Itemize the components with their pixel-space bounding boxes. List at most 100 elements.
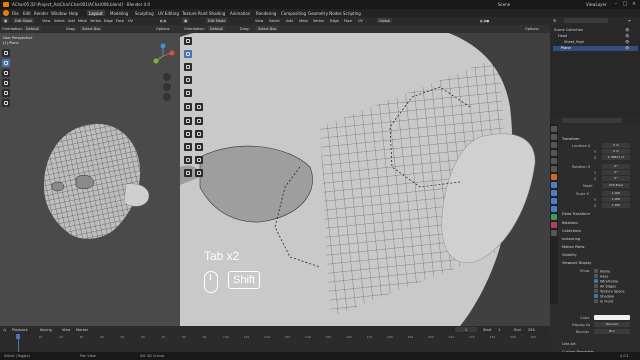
outliner-item-sheet-high[interactable]: Sheet_High	[564, 40, 584, 44]
menu-view[interactable]: View	[255, 19, 263, 23]
scene-name[interactable]: Scene	[498, 2, 510, 7]
particles-tab-icon[interactable]	[551, 190, 557, 196]
line-art-panel[interactable]: Line Art	[562, 342, 576, 346]
show-texture-space-checkbox[interactable]: Texture Space	[594, 289, 625, 294]
show-name-checkbox[interactable]: Name	[594, 269, 610, 274]
outliner-search-input[interactable]	[564, 18, 608, 23]
rotation-y-field[interactable]: 0°	[602, 170, 630, 175]
object-tab-icon[interactable]	[551, 174, 557, 180]
scale-x-field[interactable]: 1.000	[602, 191, 630, 196]
viewport-right[interactable]: ▣ Edit Mode View Select Add Mesh Vertex …	[180, 17, 550, 326]
scale-z-field[interactable]: 1.000	[602, 203, 630, 208]
orientation-dropdown[interactable]: Default	[208, 26, 225, 31]
rotation-x-field[interactable]: 0°	[602, 164, 630, 169]
select-box-tool-icon[interactable]	[184, 50, 192, 58]
visibility-eye-icon[interactable]: 👁	[625, 34, 629, 38]
menu-view[interactable]: View	[62, 328, 70, 332]
output-tab-icon[interactable]	[551, 142, 557, 148]
menu-mesh[interactable]: Mesh	[78, 19, 87, 23]
shear-tool-icon[interactable]	[195, 156, 203, 164]
bounds-dropdown[interactable]: Box	[594, 329, 630, 334]
timeline-track[interactable]: 0 10 20 30 40 50 60 70 80 90 100 110 120 130 140 150 160…	[0, 334, 550, 352]
filter-icon[interactable]: ⏷	[628, 19, 631, 23]
menu-vertex[interactable]: Vertex	[90, 19, 101, 23]
rotate-tool-icon[interactable]	[2, 89, 10, 97]
tab-rendering[interactable]: Rendering	[254, 10, 278, 16]
annotate-tool-icon[interactable]	[184, 103, 192, 111]
tab-modeling[interactable]: Modeling	[108, 10, 130, 16]
options-button[interactable]: Options	[156, 27, 170, 31]
view-layer-name[interactable]: ViewLayer	[586, 2, 607, 7]
scene-tab-icon[interactable]	[551, 158, 557, 164]
view-layer-tab-icon[interactable]	[551, 150, 557, 156]
scale-y-field[interactable]: 1.000	[602, 197, 630, 202]
knife-tool-icon[interactable]	[184, 169, 192, 177]
maximize-icon[interactable]: □	[621, 1, 629, 7]
show-all-edges-checkbox[interactable]: All Edges	[594, 284, 616, 289]
viewport-left[interactable]: ▣ Edit Mode View Select Add Mesh Vertex …	[0, 17, 180, 326]
global-dropdown[interactable]: Global	[377, 18, 393, 23]
tab-layout[interactable]: Layout	[87, 10, 105, 16]
relations-panel[interactable]: Relations	[562, 221, 578, 225]
material-tab-icon[interactable]	[551, 222, 557, 228]
minimize-icon[interactable]: –	[612, 1, 620, 7]
menu-add[interactable]: Add	[286, 19, 293, 23]
move-tool-icon[interactable]	[184, 63, 192, 71]
tab-animation[interactable]: Animation	[228, 10, 252, 16]
timeline-editor-icon[interactable]: ◷	[3, 328, 6, 332]
orientation-dropdown[interactable]: Default	[24, 26, 41, 31]
menu-file[interactable]: File	[12, 11, 19, 16]
navigation-gizmo[interactable]	[150, 43, 176, 69]
scale-tool-icon[interactable]	[2, 99, 10, 107]
menu-add[interactable]: Add	[68, 19, 75, 23]
menu-playback[interactable]: Playback	[12, 328, 28, 332]
move-tool-icon[interactable]	[2, 79, 10, 87]
delta-transform-panel[interactable]: Delta Transform	[562, 212, 590, 216]
collections-panel[interactable]: Collections	[562, 229, 581, 233]
tab-geometry-nodes[interactable]: Geometry Nodes	[306, 10, 344, 16]
menu-edge[interactable]: Edge	[330, 19, 339, 23]
menu-marker[interactable]: Marker	[76, 328, 88, 332]
end-frame-field[interactable]: 250	[528, 328, 535, 332]
poly-build-tool-icon[interactable]	[195, 117, 203, 125]
texture-tab-icon[interactable]	[551, 230, 557, 236]
world-tab-icon[interactable]	[551, 166, 557, 172]
camera-view-icon[interactable]	[163, 93, 171, 101]
show-in-front-checkbox[interactable]: In Front	[594, 299, 613, 304]
location-y-field[interactable]: 0 m	[602, 149, 630, 154]
rotation-z-field[interactable]: 0°	[602, 176, 630, 181]
outliner-editor-icon[interactable]: ☰	[553, 19, 556, 23]
rip-tool-icon[interactable]	[195, 169, 203, 177]
motion-paths-panel[interactable]: Motion Paths	[562, 245, 585, 249]
outliner-item-head[interactable]: Head	[558, 34, 567, 38]
location-z-field[interactable]: 1.36811 m	[602, 155, 630, 160]
extrude-tool-icon[interactable]	[184, 117, 192, 125]
close-icon[interactable]: ×	[630, 1, 638, 7]
editor-type-icon[interactable]: ▣	[2, 18, 10, 23]
start-frame-field[interactable]: 1	[498, 328, 500, 332]
transform-panel-header[interactable]: Transform	[562, 137, 579, 141]
menu-select[interactable]: Select	[54, 19, 65, 23]
editor-type-icon[interactable]: ▣	[182, 18, 190, 23]
bevel-tool-icon[interactable]	[184, 143, 192, 151]
select-box-tool-icon[interactable]	[2, 59, 10, 67]
zoom-icon[interactable]	[163, 73, 171, 81]
current-frame-field[interactable]: 1	[455, 327, 477, 332]
color-swatch[interactable]	[594, 315, 630, 320]
drag-dropdown[interactable]: Select Box	[256, 26, 279, 31]
menu-mesh[interactable]: Mesh	[299, 19, 308, 23]
tweak-tool-icon[interactable]	[184, 37, 192, 45]
show-shadow-checkbox[interactable]: Shadow	[594, 294, 614, 299]
menu-uv[interactable]: UV	[358, 19, 363, 23]
visibility-panel[interactable]: Visibility	[562, 253, 577, 257]
menu-edge[interactable]: Edge	[104, 19, 113, 23]
tab-shading[interactable]: Shading	[207, 10, 227, 16]
tab-scripting[interactable]: Scripting	[341, 10, 363, 16]
menu-help[interactable]: Help	[69, 11, 78, 16]
location-x-field[interactable]: 0 m	[602, 143, 630, 148]
tab-texture-paint[interactable]: Texture Paint	[180, 10, 210, 16]
properties-search-input[interactable]	[562, 118, 622, 123]
physics-tab-icon[interactable]	[551, 198, 557, 204]
menu-keying[interactable]: Keying	[40, 328, 52, 332]
options-button[interactable]: Options	[525, 27, 539, 31]
